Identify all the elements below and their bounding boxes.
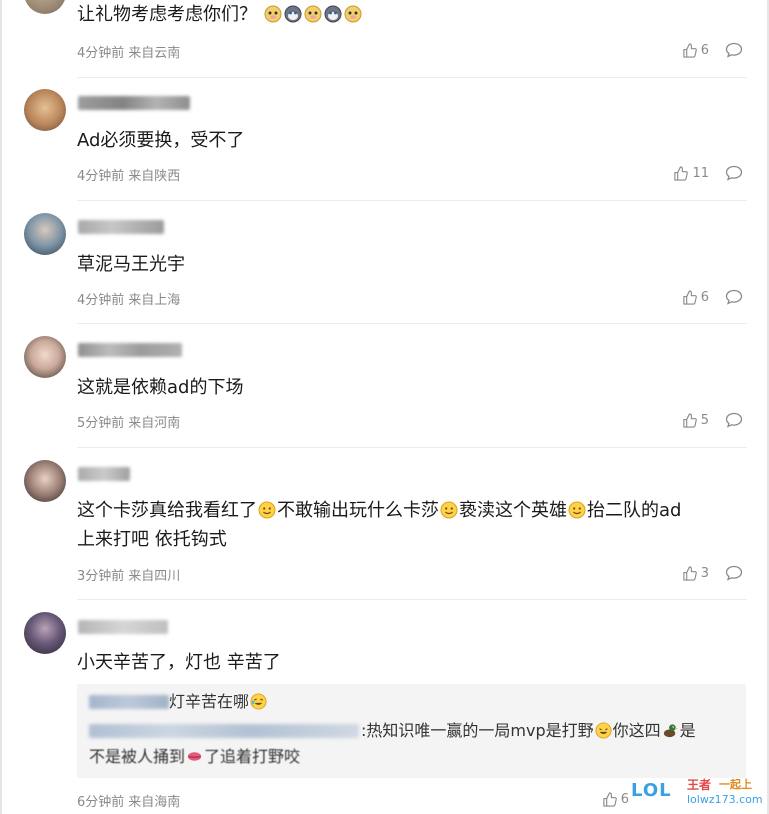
watermark-lol-text: LOL xyxy=(631,780,672,801)
like-button[interactable]: 6 xyxy=(682,42,709,58)
comment-time: 5分钟前 xyxy=(77,416,125,431)
quoted-text-line3: 不是被人捅到 了追着打野咬 xyxy=(89,747,301,766)
laughing-emoji-icon xyxy=(595,722,612,739)
comment-text: 草泥马王光宇 xyxy=(77,254,185,275)
comment-location: 来自陕西 xyxy=(128,169,181,184)
quoted-username-redacted xyxy=(89,695,169,709)
divider xyxy=(77,447,747,448)
like-count: 6 xyxy=(700,42,709,58)
comment-location: 来自四川 xyxy=(128,569,181,584)
comment-text: 让礼物考虑考虑你们？ xyxy=(77,2,363,28)
like-count: 6 xyxy=(620,791,629,807)
site-watermark-logo: LOL 王者 一起上 lolwz173.com xyxy=(631,776,765,810)
comment-feed: 让礼物考虑考虑你们？ 4分钟前 来自云南 6 Ad必须要换，受不了 4分钟前 来自陕… xyxy=(0,0,769,814)
comment-time: 4分钟前 xyxy=(77,46,125,61)
husky-emoji-icon xyxy=(284,5,302,23)
like-button[interactable]: 3 xyxy=(682,565,709,581)
thumbs-up-icon xyxy=(683,565,697,581)
husky-emoji-icon xyxy=(324,5,342,23)
comment-bubble-icon[interactable] xyxy=(725,289,743,305)
username-redacted[interactable] xyxy=(78,620,168,634)
divider xyxy=(77,200,747,201)
avatar[interactable] xyxy=(24,0,66,14)
quoted-text-line1: 灯辛苦在哪 xyxy=(169,690,268,714)
thumbs-up-icon xyxy=(683,42,697,58)
like-count: 3 xyxy=(700,565,709,581)
divider xyxy=(77,77,747,78)
like-count: 5 xyxy=(700,412,709,428)
comment-text-line2: 上来打吧 依托钩式 xyxy=(77,529,227,550)
comment-meta: 3分钟前 来自四川 xyxy=(77,565,180,584)
watermark-url: lolwz173.com xyxy=(687,793,763,806)
comment-meta: 6分钟前 来自海南 xyxy=(77,791,180,810)
comment-location: 来自河南 xyxy=(128,416,181,431)
like-button[interactable]: 6 xyxy=(602,791,629,807)
comment-time: 3分钟前 xyxy=(77,569,125,584)
doge-emoji-icon xyxy=(344,5,362,23)
thumbs-up-icon xyxy=(683,412,697,428)
thumbs-up-icon xyxy=(603,791,617,807)
left-edge xyxy=(0,0,2,814)
comment-time: 6分钟前 xyxy=(77,795,125,810)
avatar[interactable] xyxy=(24,460,66,502)
username-redacted[interactable] xyxy=(78,343,182,357)
comment-meta: 4分钟前 来自上海 xyxy=(77,289,180,308)
smile-emoji-icon xyxy=(568,501,586,519)
username-redacted[interactable] xyxy=(78,96,190,110)
comment-text: 小天辛苦了，灯也 辛苦了 xyxy=(77,652,281,673)
comment-location: 来自海南 xyxy=(128,795,181,810)
comment-bubble-icon[interactable] xyxy=(725,165,743,181)
comment-time: 4分钟前 xyxy=(77,169,125,184)
thumbs-up-icon xyxy=(674,165,689,181)
watermark-text-a: 王者 xyxy=(687,778,712,792)
smile-emoji-icon xyxy=(258,501,276,519)
like-button[interactable]: 6 xyxy=(682,289,709,305)
comment-bubble-icon[interactable] xyxy=(725,42,743,58)
like-count: 11 xyxy=(692,165,709,181)
avatar[interactable] xyxy=(24,612,66,654)
comment-text: 这个卡莎真给我看红了 不敢输出玩什么卡莎 亵渎这个英雄 抬二队的ad xyxy=(77,500,682,521)
comment-bubble-icon[interactable] xyxy=(725,412,743,428)
username-redacted[interactable] xyxy=(78,467,130,481)
like-button[interactable]: 11 xyxy=(673,165,709,181)
smile-emoji-icon xyxy=(440,501,458,519)
avatar[interactable] xyxy=(24,336,66,378)
lips-emoji-icon xyxy=(186,748,203,765)
like-count: 6 xyxy=(700,289,709,305)
doge-emoji-icon xyxy=(304,5,322,23)
comment-text: 这就是依赖ad的下场 xyxy=(77,377,244,398)
comment-location: 来自上海 xyxy=(128,293,181,308)
comment-text: Ad必须要换，受不了 xyxy=(77,130,245,151)
divider xyxy=(77,323,747,324)
comment-time: 4分钟前 xyxy=(77,293,125,308)
quoted-reply-box[interactable]: 灯辛苦在哪 :热知识唯一赢的一局mvp是打野 你这四是 不是被人捅到 了追着打野咬 xyxy=(77,684,746,778)
watermark-text-b: 一起上 xyxy=(719,778,752,791)
divider xyxy=(77,599,747,600)
avatar[interactable] xyxy=(24,89,66,131)
duck-emoji-icon xyxy=(662,722,679,739)
comment-location: 来自云南 xyxy=(128,46,181,61)
quoted-text-redacted xyxy=(89,724,359,738)
doge-emoji-icon xyxy=(264,5,282,23)
comment-bubble-icon[interactable] xyxy=(725,565,743,581)
avatar[interactable] xyxy=(24,213,66,255)
comment-meta: 5分钟前 来自河南 xyxy=(77,412,180,431)
quoted-text-line2: :热知识唯一赢的一局mvp是打野 你这四是 xyxy=(361,721,696,740)
username-redacted[interactable] xyxy=(78,220,164,234)
comment-meta: 4分钟前 来自云南 xyxy=(77,42,180,61)
like-button[interactable]: 5 xyxy=(682,412,709,428)
comment-meta: 4分钟前 来自陕西 xyxy=(77,165,180,184)
tears-of-joy-emoji-icon xyxy=(250,693,267,710)
thumbs-up-icon xyxy=(683,289,697,305)
